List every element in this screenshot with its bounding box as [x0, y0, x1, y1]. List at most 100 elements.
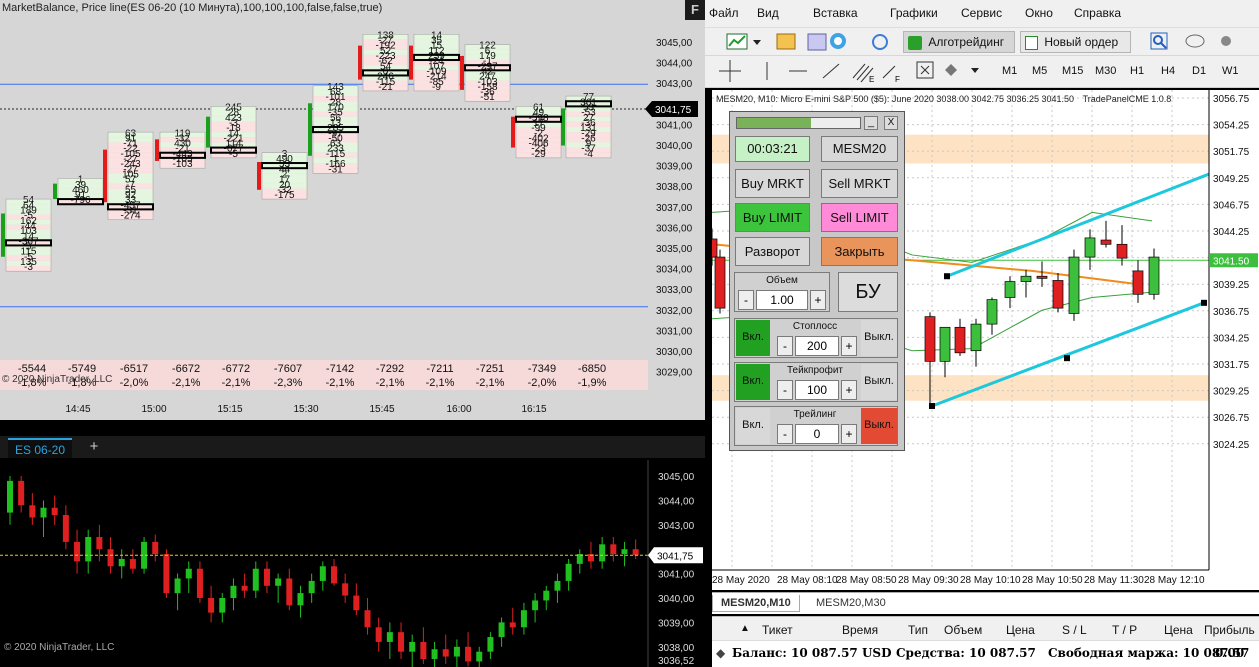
profit-value: 0.00 [1215, 646, 1245, 660]
candle-body [476, 651, 483, 662]
col-type[interactable]: Тип [908, 623, 928, 637]
chat-icon[interactable] [1185, 34, 1205, 48]
footprint-chart[interactable]: 54 64 189 -5 162 -44 103 14 -367 5 115 -5 135 -3 1 39 46… [0, 0, 705, 420]
tf-m5[interactable]: M5 [1032, 65, 1047, 77]
trailing-plus-button[interactable]: + [841, 424, 857, 444]
tf-h4[interactable]: H4 [1161, 65, 1175, 77]
account-icon[interactable] [1221, 36, 1231, 46]
fibo-icon[interactable] [882, 65, 896, 79]
menu-file[interactable]: Файл [709, 6, 739, 20]
menu-insert[interactable]: Вставка [813, 6, 858, 20]
delta-percent: -2,0% [120, 377, 149, 389]
mt-candle-body [954, 326, 966, 354]
menu-charts[interactable]: Графики [890, 6, 938, 20]
menu-window[interactable]: Окно [1025, 6, 1053, 20]
market-watch-icon[interactable] [776, 33, 796, 50]
candle-body [554, 580, 561, 591]
cumulative-delta: -6850 [578, 363, 606, 375]
col-volume[interactable]: Объем [944, 623, 982, 637]
menu-tools[interactable]: Сервис [961, 6, 1002, 20]
stoploss-minus-button[interactable]: - [777, 336, 793, 356]
tf-h1[interactable]: H1 [1130, 65, 1144, 77]
trailing-on-button[interactable]: Вкл. [736, 408, 770, 444]
tf-m15[interactable]: M15 [1062, 65, 1083, 77]
takeprofit-off-button[interactable]: Выкл. [861, 364, 897, 400]
footprint-value: -51 [480, 92, 495, 103]
candle-body [319, 566, 326, 581]
add-tab-icon[interactable]: + [84, 436, 104, 458]
close-panel-button[interactable]: X [884, 116, 898, 130]
volume-input[interactable]: 1.00 [756, 290, 808, 310]
footprint-candle-bar [53, 183, 57, 200]
trailing-input[interactable]: 0 [795, 424, 839, 444]
trailing-off-button[interactable]: Выкл. [861, 408, 897, 444]
trailing-label: Трейлинг [793, 409, 837, 420]
cumulative-delta: -6517 [120, 363, 148, 375]
buy-limit-button[interactable]: Buy LIMIT [735, 203, 810, 232]
delta-percent: -2,0% [528, 377, 557, 389]
candle-body [18, 480, 25, 506]
tf-m1[interactable]: M1 [1002, 65, 1017, 77]
panel-progress-bar [736, 117, 861, 129]
buy-market-button[interactable]: Buy MRKT [735, 169, 810, 198]
arrows-icon[interactable] [945, 64, 957, 76]
mt-candle-body [1100, 239, 1112, 245]
trailing-minus-button[interactable]: - [777, 424, 793, 444]
mt-price-label: 3036.75 [1213, 307, 1250, 318]
col-profit[interactable]: Прибыль [1204, 623, 1255, 637]
volume-minus-button[interactable]: - [738, 290, 754, 310]
reverse-button[interactable]: Разворот [735, 237, 810, 266]
takeprofit-minus-button[interactable]: - [777, 380, 793, 400]
delta-percent: -1,9% [578, 377, 607, 389]
minimize-button[interactable]: _ [864, 116, 878, 130]
stoploss-input[interactable]: 200 [795, 336, 839, 356]
col-price[interactable]: Цена [1006, 623, 1035, 637]
menu-view[interactable]: Вид [757, 6, 779, 20]
cumulative-delta: -7211 [426, 363, 453, 375]
main-toolbar: Алготрейдинг Новый ордер [705, 28, 1259, 56]
chart-tab-m30[interactable]: MESM20,M30 [808, 595, 894, 611]
breakeven-button[interactable]: БУ [838, 272, 898, 312]
cumulative-delta: -7292 [376, 363, 404, 375]
candlestick-chart[interactable]: 3045,00 3044,00 3043,00 3041,00 3040,00 3039,… [0, 460, 705, 667]
col-tp[interactable]: T / P [1112, 623, 1137, 637]
signals-icon[interactable] [872, 34, 888, 50]
trendline-icon[interactable] [822, 63, 840, 79]
col-ticket[interactable]: Тикет [762, 623, 793, 637]
trendline-anchor [1201, 299, 1207, 306]
sell-limit-button[interactable]: Sell LIMIT [821, 203, 898, 232]
mt-candle-body [1084, 237, 1096, 258]
col-time[interactable]: Время [842, 623, 878, 637]
tab-es-06-20[interactable]: ES 06-20 [8, 438, 73, 458]
stoploss-off-button[interactable]: Выкл. [861, 320, 897, 356]
chart-tab-m10[interactable]: MESM20,M10 [712, 595, 800, 612]
col-current-price[interactable]: Цена [1164, 623, 1193, 637]
mt-time-label: 28 May 08:10 [777, 575, 838, 586]
footprint-candle-bar [409, 45, 413, 80]
float-menu-icon[interactable]: F [685, 0, 705, 20]
candle-body [498, 622, 505, 638]
navigator-icon[interactable] [807, 33, 827, 51]
algo-trading-button[interactable]: Алготрейдинг [903, 31, 1015, 53]
price-axis-label: 3041,00 [658, 570, 695, 581]
sort-icon[interactable]: ▲ [740, 623, 750, 634]
candle-body [420, 641, 427, 659]
takeprofit-input[interactable]: 100 [795, 380, 839, 400]
close-position-button[interactable]: Закрыть [821, 237, 898, 266]
candle-body [398, 632, 405, 652]
menu-help[interactable]: Справка [1074, 6, 1121, 20]
mt-candle-body [939, 326, 951, 362]
takeprofit-on-button[interactable]: Вкл. [736, 364, 770, 400]
volume-plus-button[interactable]: + [810, 290, 826, 310]
current-price-text: 3041,75 [655, 105, 692, 116]
sell-market-button[interactable]: Sell MRKT [821, 169, 898, 198]
stoploss-plus-button[interactable]: + [841, 336, 857, 356]
tf-m30[interactable]: M30 [1095, 65, 1116, 77]
tf-d1[interactable]: D1 [1192, 65, 1206, 77]
candle-body [353, 595, 360, 611]
stoploss-on-button[interactable]: Вкл. [736, 320, 770, 356]
new-order-button[interactable]: Новый ордер [1020, 31, 1131, 53]
col-sl[interactable]: S / L [1062, 623, 1087, 637]
tf-w1[interactable]: W1 [1222, 65, 1239, 77]
takeprofit-plus-button[interactable]: + [841, 380, 857, 400]
